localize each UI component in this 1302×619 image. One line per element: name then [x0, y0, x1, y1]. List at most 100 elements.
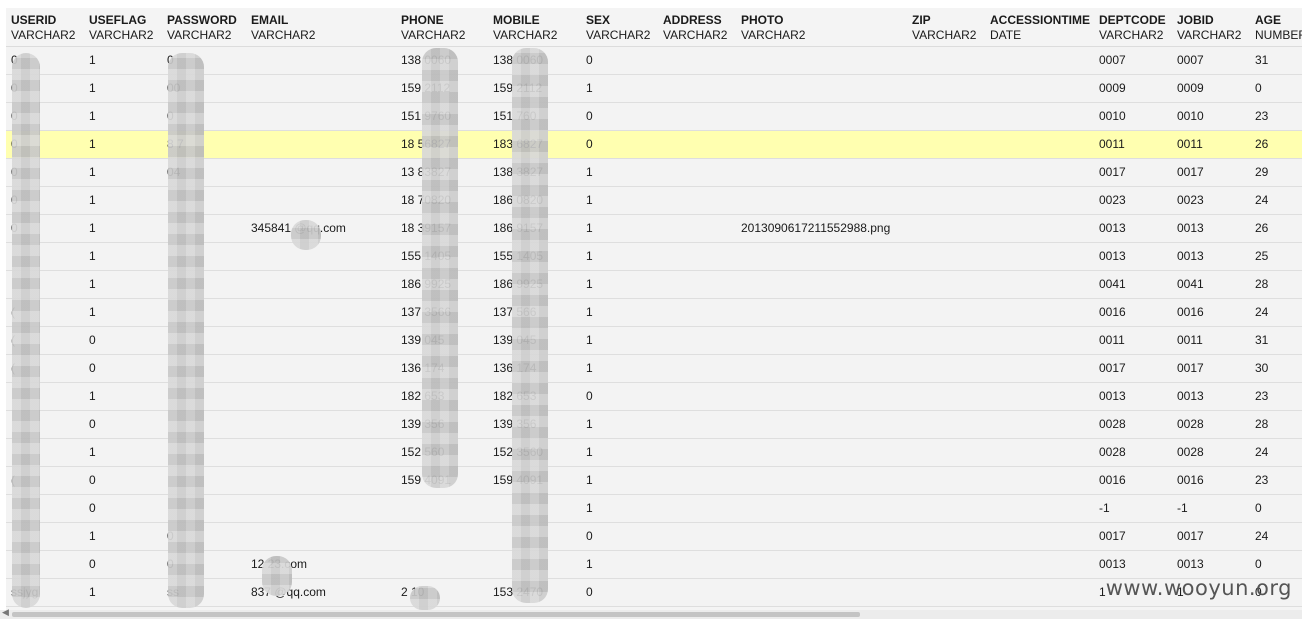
cell-deptcode[interactable]: 0016 — [1094, 466, 1172, 495]
cell-photo[interactable] — [736, 354, 907, 383]
cell-jobid[interactable]: 0023 — [1172, 186, 1250, 215]
cell-age[interactable]: 31 — [1250, 46, 1302, 75]
cell-photo[interactable] — [736, 298, 907, 327]
cell-email[interactable]: 345841 @qq.com — [246, 214, 396, 243]
cell-deptcode[interactable]: 0013 — [1094, 214, 1172, 243]
cell-age[interactable]: 23 — [1250, 102, 1302, 131]
cell-zip[interactable] — [907, 130, 985, 159]
cell-sex[interactable]: 0 — [581, 130, 658, 159]
horizontal-scrollbar[interactable]: ◀ — [0, 607, 1302, 619]
column-header-photo[interactable]: PHOTO VARCHAR2 — [736, 8, 907, 47]
column-header-userid[interactable]: USERID VARCHAR2 — [6, 8, 84, 47]
cell-jobid[interactable]: 0013 — [1172, 382, 1250, 411]
cell-useflag[interactable]: 1 — [84, 298, 162, 327]
cell-jobid[interactable]: 0016 — [1172, 298, 1250, 327]
cell-deptcode[interactable]: 0007 — [1094, 46, 1172, 75]
cell-sex[interactable]: 1 — [581, 298, 658, 327]
cell-photo[interactable] — [736, 578, 907, 607]
column-header-age[interactable]: AGE NUMBER — [1250, 8, 1302, 47]
cell-deptcode[interactable]: 0011 — [1094, 326, 1172, 355]
cell-deptcode[interactable]: 0028 — [1094, 410, 1172, 439]
cell-email[interactable] — [246, 438, 396, 467]
column-header-mobile[interactable]: MOBILE VARCHAR2 — [488, 8, 581, 47]
cell-sex[interactable]: 0 — [581, 102, 658, 131]
cell-sex[interactable]: 1 — [581, 158, 658, 187]
cell-email[interactable] — [246, 186, 396, 215]
cell-age[interactable]: 31 — [1250, 326, 1302, 355]
cell-zip[interactable] — [907, 326, 985, 355]
cell-useflag[interactable]: 1 — [84, 130, 162, 159]
cell-zip[interactable] — [907, 242, 985, 271]
cell-age[interactable]: 28 — [1250, 410, 1302, 439]
cell-sex[interactable]: 0 — [581, 578, 658, 607]
cell-sex[interactable]: 1 — [581, 410, 658, 439]
cell-email[interactable] — [246, 522, 396, 551]
cell-age[interactable]: 26 — [1250, 130, 1302, 159]
cell-jobid[interactable]: 0041 — [1172, 270, 1250, 299]
cell-accessiontime[interactable] — [985, 410, 1094, 439]
cell-sex[interactable]: 1 — [581, 494, 658, 523]
cell-useflag[interactable]: 0 — [84, 494, 162, 523]
cell-address[interactable] — [658, 494, 736, 523]
cell-deptcode[interactable]: 0010 — [1094, 102, 1172, 131]
cell-age[interactable]: 25 — [1250, 242, 1302, 271]
cell-photo[interactable] — [736, 270, 907, 299]
cell-photo[interactable] — [736, 494, 907, 523]
cell-useflag[interactable]: 0 — [84, 326, 162, 355]
cell-sex[interactable]: 0 — [581, 46, 658, 75]
cell-sex[interactable]: 1 — [581, 466, 658, 495]
cell-address[interactable] — [658, 522, 736, 551]
cell-accessiontime[interactable] — [985, 270, 1094, 299]
cell-useflag[interactable]: 0 — [84, 410, 162, 439]
cell-accessiontime[interactable] — [985, 354, 1094, 383]
cell-sex[interactable]: 1 — [581, 186, 658, 215]
cell-accessiontime[interactable] — [985, 46, 1094, 75]
cell-sex[interactable]: 1 — [581, 326, 658, 355]
column-header-jobid[interactable]: JOBID VARCHAR2 — [1172, 8, 1250, 47]
cell-email[interactable] — [246, 298, 396, 327]
column-header-useflag[interactable]: USEFLAG VARCHAR2 — [84, 8, 162, 47]
cell-jobid[interactable]: 0013 — [1172, 242, 1250, 271]
column-header-deptcode[interactable]: DEPTCODE VARCHAR2 — [1094, 8, 1172, 47]
cell-address[interactable] — [658, 214, 736, 243]
cell-deptcode[interactable]: -1 — [1094, 494, 1172, 523]
cell-useflag[interactable]: 1 — [84, 382, 162, 411]
cell-address[interactable] — [658, 354, 736, 383]
cell-jobid[interactable]: 0009 — [1172, 74, 1250, 103]
cell-zip[interactable] — [907, 214, 985, 243]
cell-age[interactable]: 0 — [1250, 550, 1302, 579]
cell-useflag[interactable]: 0 — [84, 550, 162, 579]
cell-email[interactable] — [246, 74, 396, 103]
cell-jobid[interactable]: 0016 — [1172, 466, 1250, 495]
cell-useflag[interactable]: 1 — [84, 438, 162, 467]
cell-zip[interactable] — [907, 466, 985, 495]
cell-photo[interactable]: 2013090617211552988.png — [736, 214, 907, 243]
scroll-left-icon[interactable]: ◀ — [2, 607, 9, 618]
cell-accessiontime[interactable] — [985, 382, 1094, 411]
cell-zip[interactable] — [907, 550, 985, 579]
cell-accessiontime[interactable] — [985, 130, 1094, 159]
cell-useflag[interactable]: 0 — [84, 466, 162, 495]
cell-sex[interactable]: 1 — [581, 214, 658, 243]
cell-useflag[interactable]: 1 — [84, 522, 162, 551]
cell-useflag[interactable]: 0 — [84, 354, 162, 383]
cell-photo[interactable] — [736, 410, 907, 439]
cell-accessiontime[interactable] — [985, 578, 1094, 607]
cell-deptcode[interactable]: 0009 — [1094, 74, 1172, 103]
cell-photo[interactable] — [736, 326, 907, 355]
cell-accessiontime[interactable] — [985, 74, 1094, 103]
cell-sex[interactable]: 1 — [581, 550, 658, 579]
column-header-phone[interactable]: PHONE VARCHAR2 — [396, 8, 488, 47]
cell-deptcode[interactable]: 0013 — [1094, 382, 1172, 411]
cell-phone[interactable] — [396, 550, 488, 579]
cell-sex[interactable]: 0 — [581, 382, 658, 411]
cell-zip[interactable] — [907, 102, 985, 131]
column-header-password[interactable]: PASSWORD VARCHAR2 — [162, 8, 246, 47]
cell-jobid[interactable]: 0017 — [1172, 158, 1250, 187]
cell-sex[interactable]: 1 — [581, 438, 658, 467]
cell-accessiontime[interactable] — [985, 438, 1094, 467]
cell-zip[interactable] — [907, 354, 985, 383]
result-grid[interactable]: USERID VARCHAR2 USEFLAG VARCHAR2 PASSWORD VAR… — [6, 8, 1302, 610]
cell-age[interactable]: 29 — [1250, 158, 1302, 187]
cell-zip[interactable] — [907, 186, 985, 215]
